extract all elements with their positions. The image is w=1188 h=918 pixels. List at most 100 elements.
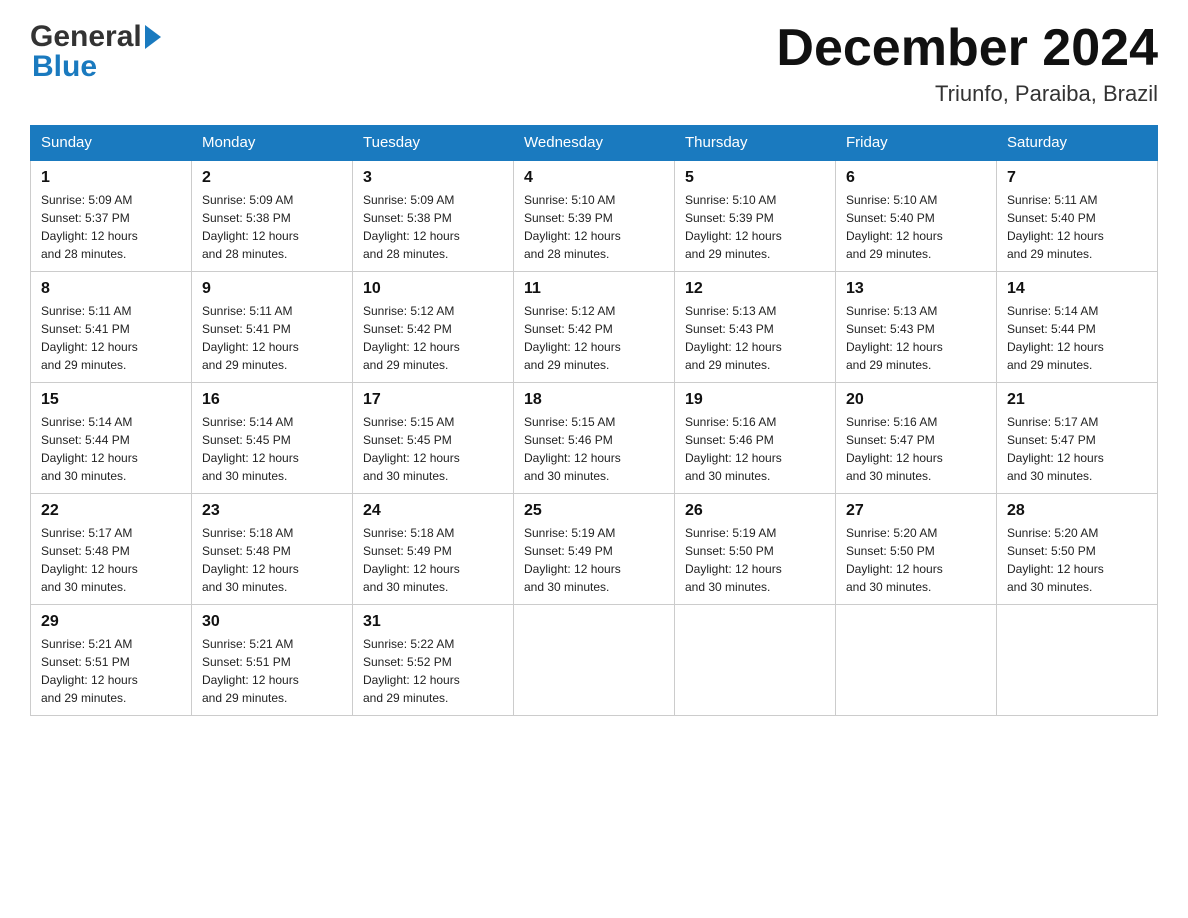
day-number: 5 <box>685 169 825 187</box>
day-info: Sunrise: 5:11 AMSunset: 5:40 PMDaylight:… <box>1007 191 1147 263</box>
calendar-day-cell: 6 Sunrise: 5:10 AMSunset: 5:40 PMDaylight… <box>836 160 997 272</box>
calendar-day-cell: 14 Sunrise: 5:14 AMSunset: 5:44 PMDayligh… <box>997 272 1158 383</box>
calendar-week-row: 15 Sunrise: 5:14 AMSunset: 5:44 PMDayligh… <box>31 383 1158 494</box>
day-info: Sunrise: 5:20 AMSunset: 5:50 PMDaylight:… <box>1007 524 1147 596</box>
day-number: 29 <box>41 613 181 631</box>
logo-arrow-icon <box>145 25 161 49</box>
day-info: Sunrise: 5:09 AMSunset: 5:38 PMDaylight:… <box>202 191 342 263</box>
day-number: 16 <box>202 391 342 409</box>
day-number: 31 <box>363 613 503 631</box>
day-header-tuesday: Tuesday <box>353 126 514 161</box>
day-info: Sunrise: 5:22 AMSunset: 5:52 PMDaylight:… <box>363 635 503 707</box>
calendar-day-cell: 28 Sunrise: 5:20 AMSunset: 5:50 PMDayligh… <box>997 494 1158 605</box>
day-info: Sunrise: 5:14 AMSunset: 5:45 PMDaylight:… <box>202 413 342 485</box>
day-number: 19 <box>685 391 825 409</box>
day-number: 30 <box>202 613 342 631</box>
calendar-day-cell: 2 Sunrise: 5:09 AMSunset: 5:38 PMDaylight… <box>192 160 353 272</box>
day-number: 1 <box>41 169 181 187</box>
title-block: December 2024 Triunfo, Paraiba, Brazil <box>776 20 1158 107</box>
day-info: Sunrise: 5:10 AMSunset: 5:40 PMDaylight:… <box>846 191 986 263</box>
day-number: 6 <box>846 169 986 187</box>
page-header: General Blue December 2024 Triunfo, Para… <box>30 20 1158 107</box>
calendar-day-cell: 18 Sunrise: 5:15 AMSunset: 5:46 PMDayligh… <box>514 383 675 494</box>
day-number: 14 <box>1007 280 1147 298</box>
day-header-monday: Monday <box>192 126 353 161</box>
calendar-day-cell: 16 Sunrise: 5:14 AMSunset: 5:45 PMDayligh… <box>192 383 353 494</box>
day-info: Sunrise: 5:13 AMSunset: 5:43 PMDaylight:… <box>846 302 986 374</box>
day-info: Sunrise: 5:19 AMSunset: 5:50 PMDaylight:… <box>685 524 825 596</box>
calendar-day-cell: 30 Sunrise: 5:21 AMSunset: 5:51 PMDayligh… <box>192 605 353 716</box>
month-title: December 2024 <box>776 20 1158 77</box>
calendar-day-cell: 27Sunrise: 5:20 AMSunset: 5:50 PMDayligh… <box>836 494 997 605</box>
calendar-day-cell: 24 Sunrise: 5:18 AMSunset: 5:49 PMDayligh… <box>353 494 514 605</box>
calendar-day-cell: 26 Sunrise: 5:19 AMSunset: 5:50 PMDayligh… <box>675 494 836 605</box>
calendar-day-cell: 23Sunrise: 5:18 AMSunset: 5:48 PMDayligh… <box>192 494 353 605</box>
day-info: Sunrise: 5:11 AMSunset: 5:41 PMDaylight:… <box>41 302 181 374</box>
calendar-day-cell <box>836 605 997 716</box>
day-number: 21 <box>1007 391 1147 409</box>
day-number: 8 <box>41 280 181 298</box>
day-info: Sunrise: 5:09 AMSunset: 5:37 PMDaylight:… <box>41 191 181 263</box>
calendar-day-cell: 22Sunrise: 5:17 AMSunset: 5:48 PMDayligh… <box>31 494 192 605</box>
day-info: Sunrise: 5:12 AMSunset: 5:42 PMDaylight:… <box>363 302 503 374</box>
day-info: Sunrise: 5:16 AMSunset: 5:47 PMDaylight:… <box>846 413 986 485</box>
logo: General Blue <box>30 20 161 84</box>
day-number: 11 <box>524 280 664 298</box>
day-info: Sunrise: 5:21 AMSunset: 5:51 PMDaylight:… <box>41 635 181 707</box>
location-subtitle: Triunfo, Paraiba, Brazil <box>776 81 1158 107</box>
day-info: Sunrise: 5:16 AMSunset: 5:46 PMDaylight:… <box>685 413 825 485</box>
day-number: 7 <box>1007 169 1147 187</box>
day-info: Sunrise: 5:11 AMSunset: 5:41 PMDaylight:… <box>202 302 342 374</box>
day-info: Sunrise: 5:21 AMSunset: 5:51 PMDaylight:… <box>202 635 342 707</box>
day-number: 23 <box>202 502 342 520</box>
day-number: 4 <box>524 169 664 187</box>
day-info: Sunrise: 5:18 AMSunset: 5:49 PMDaylight:… <box>363 524 503 596</box>
calendar-day-cell <box>675 605 836 716</box>
day-number: 28 <box>1007 502 1147 520</box>
logo-general: General <box>30 20 142 54</box>
calendar-week-row: 22Sunrise: 5:17 AMSunset: 5:48 PMDayligh… <box>31 494 1158 605</box>
day-number: 17 <box>363 391 503 409</box>
calendar-day-cell: 29 Sunrise: 5:21 AMSunset: 5:51 PMDayligh… <box>31 605 192 716</box>
day-info: Sunrise: 5:12 AMSunset: 5:42 PMDaylight:… <box>524 302 664 374</box>
day-header-saturday: Saturday <box>997 126 1158 161</box>
day-info: Sunrise: 5:10 AMSunset: 5:39 PMDaylight:… <box>685 191 825 263</box>
day-number: 15 <box>41 391 181 409</box>
day-number: 22 <box>41 502 181 520</box>
day-info: Sunrise: 5:15 AMSunset: 5:46 PMDaylight:… <box>524 413 664 485</box>
day-header-sunday: Sunday <box>31 126 192 161</box>
calendar-day-cell: 31 Sunrise: 5:22 AMSunset: 5:52 PMDayligh… <box>353 605 514 716</box>
day-number: 12 <box>685 280 825 298</box>
day-number: 3 <box>363 169 503 187</box>
day-number: 25 <box>524 502 664 520</box>
calendar-day-cell: 5 Sunrise: 5:10 AMSunset: 5:39 PMDaylight… <box>675 160 836 272</box>
calendar-day-cell <box>514 605 675 716</box>
calendar-header-row: SundayMondayTuesdayWednesdayThursdayFrid… <box>31 126 1158 161</box>
day-number: 18 <box>524 391 664 409</box>
day-number: 26 <box>685 502 825 520</box>
calendar-day-cell: 10 Sunrise: 5:12 AMSunset: 5:42 PMDayligh… <box>353 272 514 383</box>
calendar-day-cell <box>997 605 1158 716</box>
calendar-day-cell: 12Sunrise: 5:13 AMSunset: 5:43 PMDayligh… <box>675 272 836 383</box>
day-number: 2 <box>202 169 342 187</box>
calendar-day-cell: 3 Sunrise: 5:09 AMSunset: 5:38 PMDaylight… <box>353 160 514 272</box>
calendar-day-cell: 4Sunrise: 5:10 AMSunset: 5:39 PMDaylight… <box>514 160 675 272</box>
day-number: 10 <box>363 280 503 298</box>
day-number: 20 <box>846 391 986 409</box>
calendar-day-cell: 19 Sunrise: 5:16 AMSunset: 5:46 PMDayligh… <box>675 383 836 494</box>
calendar-day-cell: 17Sunrise: 5:15 AMSunset: 5:45 PMDayligh… <box>353 383 514 494</box>
day-info: Sunrise: 5:14 AMSunset: 5:44 PMDaylight:… <box>41 413 181 485</box>
day-number: 27 <box>846 502 986 520</box>
calendar-week-row: 8 Sunrise: 5:11 AMSunset: 5:41 PMDaylight… <box>31 272 1158 383</box>
calendar-day-cell: 9 Sunrise: 5:11 AMSunset: 5:41 PMDaylight… <box>192 272 353 383</box>
day-info: Sunrise: 5:19 AMSunset: 5:49 PMDaylight:… <box>524 524 664 596</box>
day-number: 24 <box>363 502 503 520</box>
calendar-day-cell: 11 Sunrise: 5:12 AMSunset: 5:42 PMDayligh… <box>514 272 675 383</box>
day-header-friday: Friday <box>836 126 997 161</box>
day-info: Sunrise: 5:14 AMSunset: 5:44 PMDaylight:… <box>1007 302 1147 374</box>
calendar-table: SundayMondayTuesdayWednesdayThursdayFrid… <box>30 125 1158 716</box>
day-number: 9 <box>202 280 342 298</box>
day-info: Sunrise: 5:17 AMSunset: 5:47 PMDaylight:… <box>1007 413 1147 485</box>
calendar-day-cell: 25 Sunrise: 5:19 AMSunset: 5:49 PMDayligh… <box>514 494 675 605</box>
day-info: Sunrise: 5:09 AMSunset: 5:38 PMDaylight:… <box>363 191 503 263</box>
